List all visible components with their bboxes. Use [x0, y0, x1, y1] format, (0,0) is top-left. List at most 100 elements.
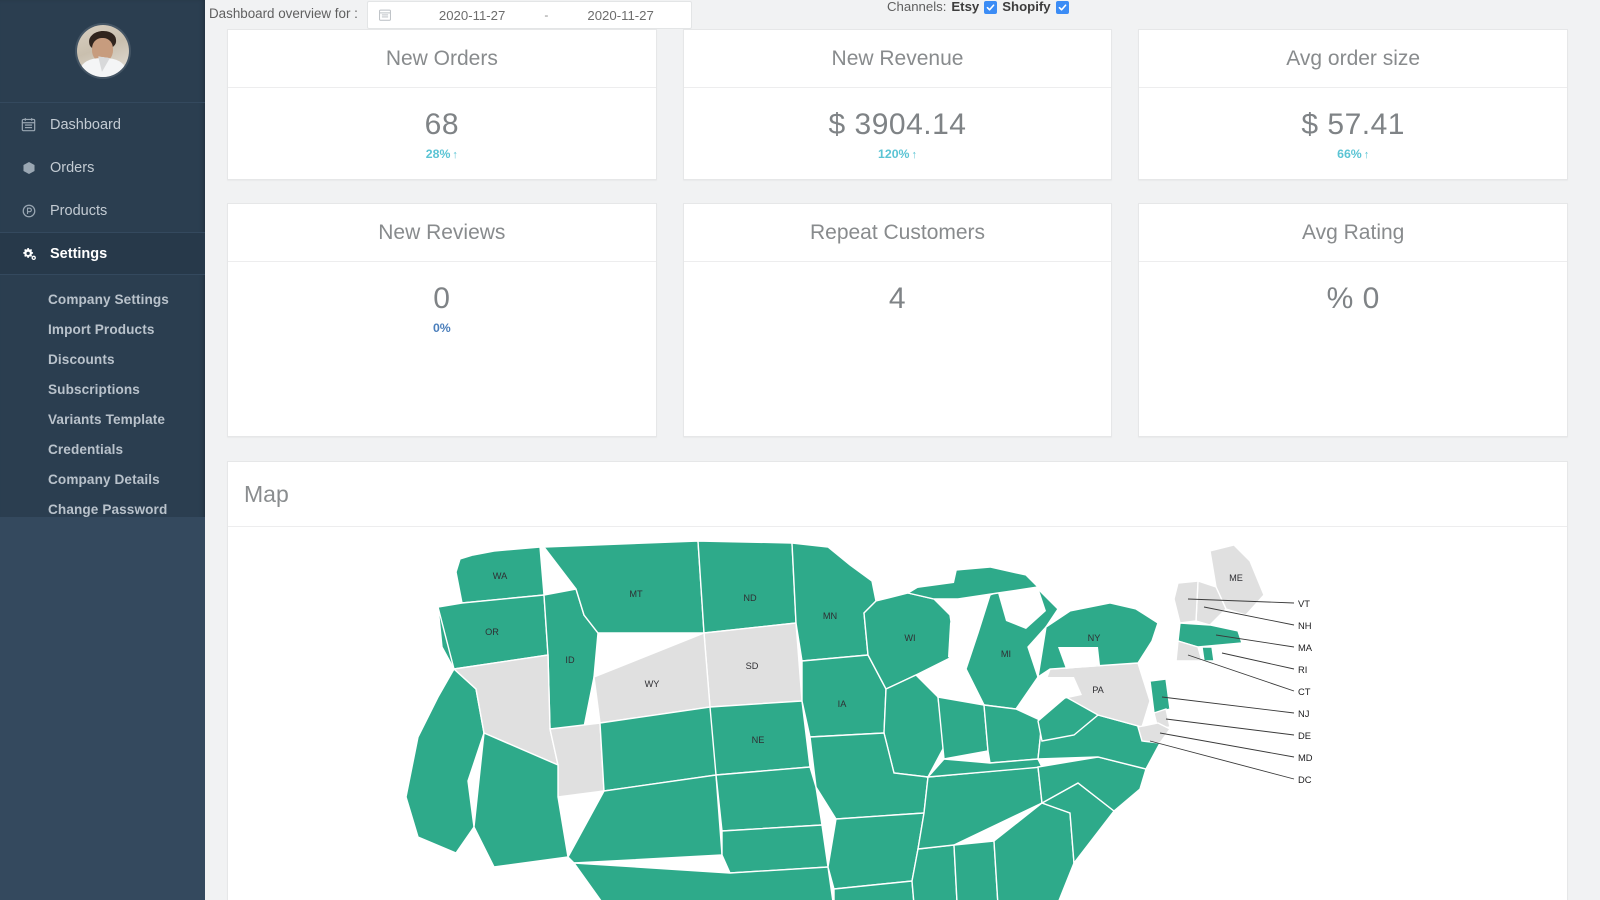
card-header: Repeat Customers: [684, 204, 1112, 262]
callout-label-VT: VT: [1298, 598, 1310, 609]
sidebar-subitem-import-products[interactable]: Import Products: [0, 314, 205, 344]
kpi-card-repeat-customers: Repeat Customers 4: [683, 203, 1113, 437]
sidebar-subitem-label: Import Products: [48, 322, 154, 337]
callout-labels: VT NH MA RI CT NJ DE MD DC: [1298, 598, 1313, 785]
callout-label-MA: MA: [1298, 642, 1313, 653]
callout-label-NH: NH: [1298, 620, 1312, 631]
card-header: Avg Rating: [1139, 204, 1567, 262]
state-label-MI: MI: [1001, 649, 1011, 659]
channel-checkbox-etsy[interactable]: [984, 1, 997, 14]
sidebar-subitem-credentials[interactable]: Credentials: [0, 434, 205, 464]
state-RI[interactable]: [1202, 647, 1214, 661]
trend-up-arrow-icon: ↑: [450, 149, 458, 161]
state-MS[interactable]: [912, 845, 958, 900]
sidebar: Dashboard Orders Products: [0, 0, 205, 900]
card-title: Avg Rating: [1302, 221, 1404, 245]
callout-label-RI: RI: [1298, 664, 1307, 675]
sidebar-subitem-change-password[interactable]: Change Password: [0, 494, 205, 524]
kpi-card-new-reviews: New Reviews 0 0%: [227, 203, 657, 437]
state-MD[interactable]: [1138, 723, 1170, 743]
state-IA[interactable]: [802, 655, 886, 737]
card-title: New Revenue: [832, 47, 964, 71]
card-body: % 0: [1139, 262, 1567, 436]
sidebar-item-products[interactable]: Products: [0, 189, 205, 232]
date-end[interactable]: 2020-11-27: [550, 8, 691, 23]
state-NJ[interactable]: [1150, 679, 1170, 713]
state-AR[interactable]: [828, 813, 924, 889]
state-label-MN: MN: [823, 611, 837, 621]
channel-checkbox-shopify[interactable]: [1056, 1, 1069, 14]
sidebar-subitem-company-settings[interactable]: Company Settings: [0, 284, 205, 314]
card-title: New Reviews: [378, 221, 505, 245]
state-AL[interactable]: [954, 841, 998, 900]
state-label-ND: ND: [743, 593, 757, 603]
sidebar-subitem-company-details[interactable]: Company Details: [0, 464, 205, 494]
callout-leaders: [1150, 599, 1294, 779]
tag-icon: [20, 204, 37, 218]
kpi-value: 0: [433, 262, 450, 316]
state-TX[interactable]: [574, 863, 834, 900]
sidebar-subitem-discounts[interactable]: Discounts: [0, 344, 205, 374]
sidebar-item-label: Orders: [50, 160, 94, 176]
state-IL[interactable]: [884, 675, 944, 777]
sidebar-item-orders[interactable]: Orders: [0, 146, 205, 189]
state-label-PA: PA: [1092, 685, 1104, 695]
state-label-OR: OR: [485, 627, 499, 637]
state-OH[interactable]: [984, 705, 1042, 763]
map-title: Map: [244, 481, 289, 508]
state-label-ME: ME: [1229, 573, 1243, 583]
channels-filter: Channels: Etsy Shopify: [887, 0, 1069, 14]
sidebar-subitem-label: Discounts: [48, 352, 115, 367]
sidebar-item-settings[interactable]: Settings: [0, 232, 205, 275]
date-start[interactable]: 2020-11-27: [402, 8, 543, 23]
card-body: 4: [684, 262, 1112, 436]
state-IN[interactable]: [938, 697, 988, 759]
sidebar-item-dashboard[interactable]: Dashboard: [0, 103, 205, 146]
state-VT[interactable]: [1174, 581, 1198, 623]
kpi-card-avg-rating: Avg Rating % 0: [1138, 203, 1568, 437]
channels-label: Channels:: [887, 0, 946, 14]
card-body: 68 28%↑: [228, 88, 656, 179]
state-label-WY: WY: [645, 679, 660, 689]
kpi-card-new-revenue: New Revenue $ 3904.14 120%↑: [683, 29, 1113, 180]
sidebar-subitem-label: Company Settings: [48, 292, 169, 307]
sidebar-subitem-label: Subscriptions: [48, 382, 140, 397]
kpi-trend-value: 28%: [426, 147, 451, 161]
calendar-icon: [368, 8, 402, 22]
state-label-SD: SD: [746, 661, 759, 671]
kpi-value: 68: [425, 88, 459, 142]
main-content: Dashboard overview for : 2020-11-27 - 20…: [205, 0, 1600, 900]
kpi-trend: 66%↑: [1337, 142, 1369, 161]
state-label-WI: WI: [904, 633, 915, 643]
sidebar-item-label: Dashboard: [50, 117, 121, 133]
date-range-label: Dashboard overview for :: [209, 6, 358, 21]
sidebar-subitem-label: Variants Template: [48, 412, 165, 427]
date-range-picker[interactable]: 2020-11-27 - 2020-11-27: [367, 1, 692, 29]
state-ND[interactable]: [698, 541, 796, 633]
sidebar-subitem-subscriptions[interactable]: Subscriptions: [0, 374, 205, 404]
state-label-WA: WA: [493, 571, 508, 581]
kpi-row-1: New Orders 68 28%↑ New Revenue $ 3904.14…: [205, 29, 1600, 180]
sidebar-item-label: Products: [50, 203, 107, 219]
avatar[interactable]: [77, 25, 129, 77]
trend-up-arrow-icon: ↑: [909, 149, 917, 161]
kpi-row-2: New Reviews 0 0% Repeat Customers 4 A: [205, 203, 1600, 437]
kpi-card-new-orders: New Orders 68 28%↑: [227, 29, 657, 180]
map-card: Map: [227, 461, 1568, 900]
state-KS[interactable]: [716, 767, 822, 831]
kpi-trend: 120%↑: [878, 142, 917, 161]
us-states-map[interactable]: WA OR ID MT ND SD WY NE IA MN WI MI NY M…: [398, 537, 1398, 900]
sidebar-subitem-variants-template[interactable]: Variants Template: [0, 404, 205, 434]
state-OK[interactable]: [722, 825, 828, 873]
avatar-block: [0, 0, 205, 103]
map-area[interactable]: WA OR ID MT ND SD WY NE IA MN WI MI NY M…: [228, 527, 1567, 900]
state-label-MT: MT: [629, 589, 643, 599]
callout-label-CT: CT: [1298, 686, 1311, 697]
callout-label-MD: MD: [1298, 752, 1313, 763]
gears-icon: [20, 247, 37, 261]
sidebar-subitem-label: Company Details: [48, 472, 160, 487]
state-MN[interactable]: [792, 543, 876, 661]
sidebar-subitem-label: Change Password: [48, 502, 167, 517]
box-icon: [20, 161, 37, 175]
card-header: New Orders: [228, 30, 656, 88]
